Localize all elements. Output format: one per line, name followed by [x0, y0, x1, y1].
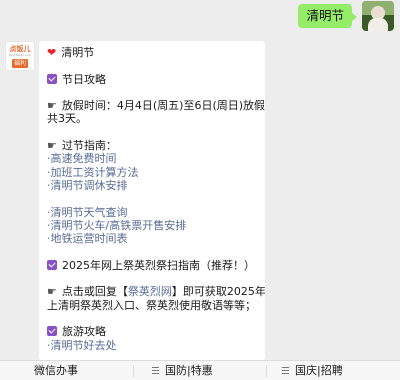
menu-divider	[266, 365, 267, 377]
menu-list-icon	[282, 367, 289, 374]
checkbox-icon	[47, 259, 57, 270]
outgoing-message-row: 清明节	[0, 0, 400, 32]
menu-item-label: 微信办事	[34, 364, 78, 377]
menu-item-national-defense[interactable]: 国防|特惠	[152, 361, 213, 380]
section-travel-guide-label: 旅游攻略	[62, 325, 106, 339]
pointing-hand-icon: ☛	[47, 139, 57, 153]
section-festival-guide-label: 节日攻略	[62, 72, 106, 86]
official-account-avatar[interactable]: 点饭儿 DianFanEr.com 福利	[5, 41, 35, 71]
holiday-time-line: ☛ 放假时间：4月4日(周五)至6日(周日)放假，	[47, 99, 265, 113]
menu-divider	[133, 365, 134, 377]
menu-item-wechat-services[interactable]: 微信办事	[34, 361, 78, 380]
link-overtime-pay[interactable]: ·加班工资计算方法	[47, 166, 258, 179]
section-martyrs-guide-label: 2025年网上祭英烈祭扫指南（推荐！）	[62, 258, 255, 272]
link-weather[interactable]: ·清明节天气查询	[47, 206, 258, 219]
link-highway-free[interactable]: ·高速免费时间	[47, 152, 258, 165]
pointing-hand-icon: ☛	[47, 99, 57, 113]
link-good-places[interactable]: ·清明节好去处	[47, 339, 258, 352]
checkbox-icon	[47, 326, 57, 337]
guide-title-line: ☛ 过节指南：	[47, 139, 258, 152]
incoming-message-card: ❤ 清明节 节日攻略 ☛ 放假时间：4月4日(周五)至6日(周日)放假， 共3天。 …	[39, 41, 265, 361]
heart-icon: ❤	[47, 46, 57, 59]
pointing-hand-icon: ☛	[47, 285, 57, 299]
outgoing-message-bubble[interactable]: 清明节	[298, 4, 357, 28]
reply-instruction-line: ☛ 点击或回复【祭英烈网】即可获取2025年网	[47, 285, 265, 299]
avatar-logo-tag: 福利	[12, 59, 28, 68]
menu-list-icon	[152, 367, 159, 374]
reply-suffix: 】即可获取2025年网	[171, 285, 265, 299]
menu-item-recruitment[interactable]: 国庆|招聘	[282, 361, 343, 380]
avatar-logo-subtext: DianFanEr.com	[8, 53, 32, 57]
holiday-time-line-2: 共3天。	[47, 112, 87, 126]
user-avatar[interactable]	[362, 1, 394, 31]
link-martyrs-site[interactable]: 祭英烈网	[128, 285, 172, 298]
reply-prefix: 点击或回复【	[61, 285, 128, 299]
link-metro-hours[interactable]: ·地铁运营时间表	[47, 232, 258, 245]
card-title: 清明节	[61, 46, 95, 59]
guide-title: 过节指南：	[61, 139, 117, 153]
holiday-time-text: 放假时间：4月4日(周五)至6日(周日)放假，	[61, 99, 265, 113]
menu-item-label: 国防|特惠	[165, 364, 213, 377]
section-festival-guide: 节日攻略	[47, 73, 258, 86]
avatar-body	[368, 18, 388, 31]
reply-instruction-line-2: 上清明祭英烈入口、祭英烈使用敬语等等；	[47, 298, 256, 312]
section-travel-guide: 旅游攻略	[47, 325, 258, 338]
avatar-logo-text: 点饭儿	[9, 45, 31, 53]
bottom-menu-bar: 微信办事 国防|特惠 国庆|招聘	[0, 360, 400, 380]
link-train-tickets[interactable]: ·清明节火车/高铁票开售安排	[47, 219, 258, 232]
menu-item-label: 国庆|招聘	[295, 364, 343, 377]
checkbox-icon	[47, 73, 57, 84]
card-title-row: ❤ 清明节	[47, 46, 258, 59]
section-martyrs-guide: 2025年网上祭英烈祭扫指南（推荐！）	[47, 259, 258, 272]
link-shift-arrangement[interactable]: ·清明节调休安排	[47, 179, 258, 192]
